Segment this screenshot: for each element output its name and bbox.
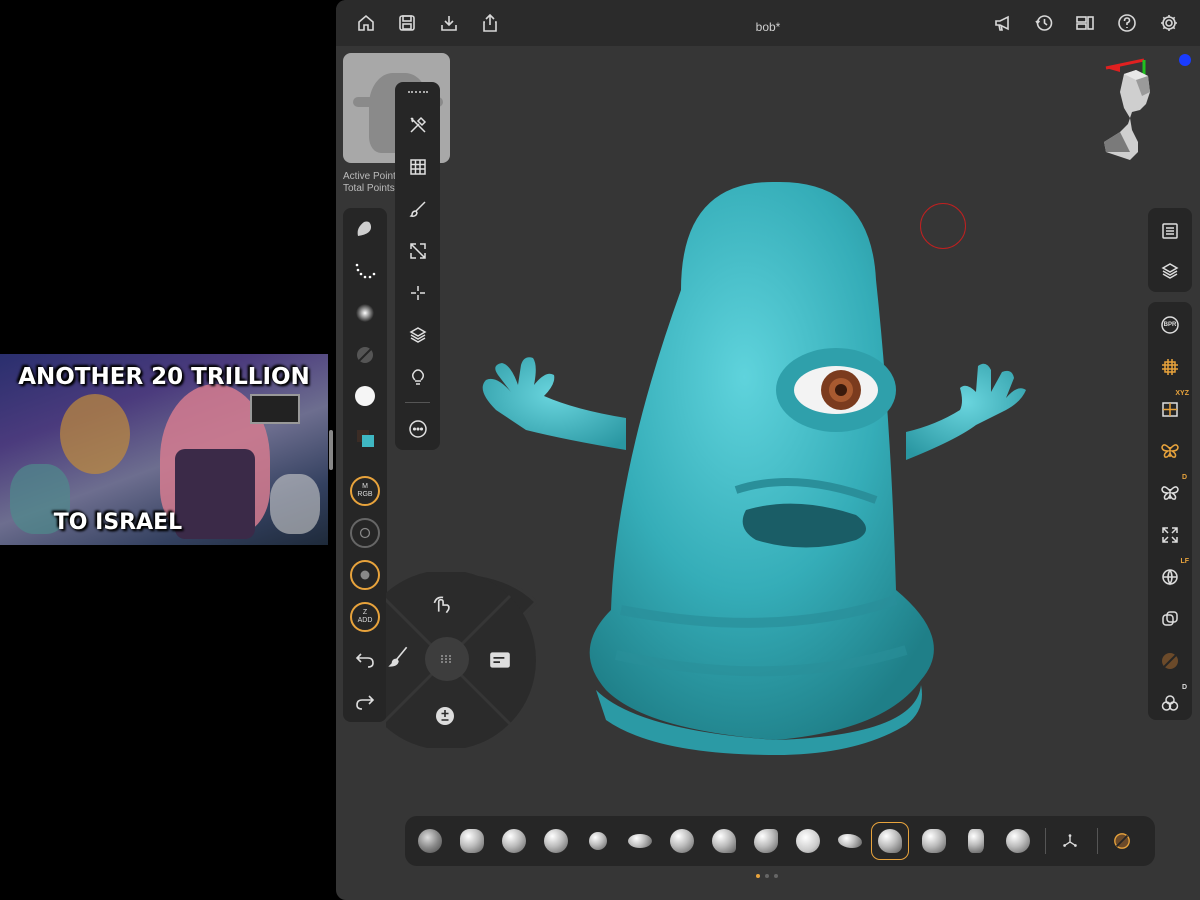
brush-2[interactable] [457,826,487,856]
layout-icon[interactable] [1072,10,1098,36]
light-icon[interactable] [403,362,433,392]
brush-10[interactable] [793,826,823,856]
panel-icon[interactable] [488,648,518,678]
list-icon[interactable] [1155,216,1185,246]
brush-12-selected[interactable] [871,822,909,860]
megaphone-icon[interactable] [990,10,1016,36]
boolean-icon[interactable] [1155,604,1185,634]
document-title: bob* [755,20,781,34]
crosshair-icon[interactable] [403,278,433,308]
point-stats: Active Point Total Points [343,171,396,195]
settings-icon[interactable] [1156,10,1182,36]
brush-3[interactable] [499,826,529,856]
layers-icon[interactable] [1155,256,1185,286]
d-badge-2: D [1181,684,1187,691]
total-points-label: Total Points [343,183,395,194]
z-ring-label: ADD [357,617,373,624]
layers-icon[interactable] [403,320,433,350]
matcap-preview[interactable] [1107,826,1137,856]
video-thumbnail[interactable]: ANOTHER 20 TRILLION TO ISRAEL [0,354,328,545]
tools-icon[interactable] [403,110,433,140]
rgb-ring-top: M [362,483,368,490]
brush-palette [405,816,1155,866]
help-icon[interactable] [1114,10,1140,36]
alpha-icon[interactable] [350,340,380,370]
z-add-toggle[interactable]: Z ADD [350,602,380,632]
falloff-icon[interactable] [350,298,380,328]
z-ring-top: Z [362,609,368,616]
brush-page-indicator[interactable] [756,874,778,878]
frame-icon[interactable] [1155,352,1185,382]
rgb-ring-label: RGB [357,491,373,498]
transform-icon[interactable] [403,236,433,266]
video-caption-top: ANOTHER 20 TRILLION [18,364,310,390]
brush-cursor [920,203,966,249]
globe-icon[interactable]: LF [1155,558,1189,592]
bpr-icon[interactable]: BPR [1155,310,1185,340]
color-icon[interactable] [350,423,380,453]
brush-5[interactable] [583,826,613,856]
pie-center-grid[interactable] [425,637,469,681]
brush-15[interactable] [1003,826,1033,856]
bpr-badge: BPR [1163,322,1177,328]
paint-icon[interactable] [387,644,417,674]
brush-8[interactable] [709,826,739,856]
butterfly-d-icon[interactable]: D [1155,474,1187,508]
material-icon[interactable] [350,381,380,411]
checker-icon[interactable] [403,152,433,182]
right-panel-top [1148,208,1192,292]
tool-palette [395,82,440,450]
brush-14[interactable] [961,826,991,856]
fit-icon[interactable] [1155,520,1185,550]
screen: ANOTHER 20 TRILLION TO ISRAEL bob* Activ… [0,0,1200,900]
brush-9[interactable] [751,826,781,856]
split-view-handle[interactable] [329,430,333,470]
brush-1[interactable] [415,826,445,856]
brush-4[interactable] [541,826,571,856]
brush-icon[interactable] [403,194,433,224]
top-toolbar: bob* [336,0,1200,46]
brush-6[interactable] [625,826,655,856]
lf-badge: LF [1180,558,1189,565]
palette-grip[interactable] [408,91,428,95]
xyz-badge: XYZ [1175,390,1189,397]
redo-icon[interactable] [350,686,380,716]
matcap-icon[interactable] [1155,646,1185,676]
split-view-left-pane: ANOTHER 20 TRILLION TO ISRAEL [0,0,330,900]
right-panel-main: BPR XYZ D LF D [1148,302,1192,720]
focal-shift-dial[interactable] [350,518,380,548]
gizmo-icon[interactable] [1055,826,1085,856]
view-orientation-head[interactable] [1100,52,1192,160]
brush-13[interactable] [919,826,949,856]
intensity-dial[interactable] [350,560,380,590]
butterfly-icon[interactable] [1155,436,1185,466]
gesture-icon[interactable] [430,592,460,622]
rgb-mode-toggle[interactable]: M RGB [350,476,380,506]
stroke-icon[interactable] [350,256,380,286]
brush-11[interactable] [835,826,865,856]
symmetry-axis-icon[interactable]: XYZ [1155,390,1189,424]
circles-icon[interactable]: D [1155,684,1187,718]
more-icon[interactable] [403,414,433,444]
brush-7[interactable] [667,826,697,856]
d-badge: D [1181,474,1187,481]
plus-minus-icon[interactable] [434,705,464,735]
undo-icon[interactable] [350,644,380,674]
sculpt-app: bob* Active Point Total Points M RGB Z A… [336,0,1200,900]
history-icon[interactable] [1031,10,1057,36]
active-points-label: Active Point [343,171,396,182]
sculpt-settings-strip: M RGB Z ADD [343,208,387,722]
video-caption-bottom: TO ISRAEL [53,510,183,535]
brush-preview[interactable] [350,214,380,244]
